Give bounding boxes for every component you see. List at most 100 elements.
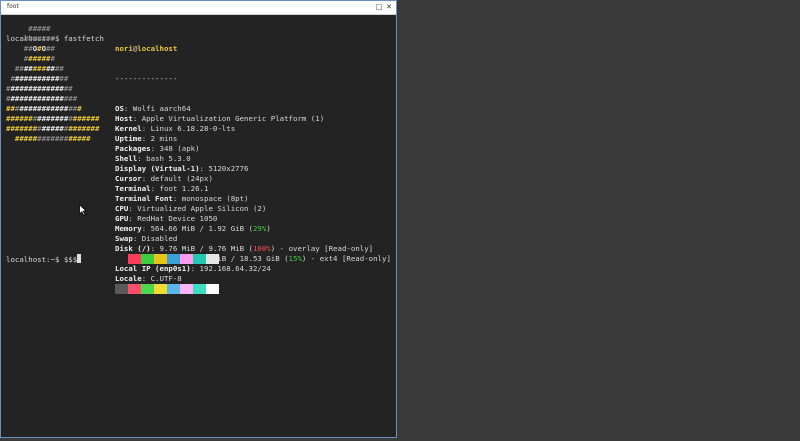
palette-row-normal	[115, 254, 219, 264]
palette-swatch	[206, 284, 219, 294]
logo-segment: ##	[6, 104, 15, 113]
info-key: Terminal	[115, 184, 151, 193]
logo-segment: ######	[72, 114, 100, 123]
logo-segment: ##	[6, 64, 24, 73]
host-name: localhost	[137, 44, 178, 53]
palette-swatch	[193, 284, 206, 294]
logo-row: ###############	[6, 84, 99, 94]
logo-row: #################	[6, 104, 99, 114]
palette-swatch	[167, 284, 180, 294]
logo-segment: ##	[23, 64, 33, 73]
info-value: : 348 (apk)	[150, 144, 200, 153]
palette-swatch	[167, 254, 180, 264]
logo-segment: ###########	[19, 104, 69, 113]
palette-swatch	[180, 284, 193, 294]
palette-swatch	[115, 284, 128, 294]
logo-segment: ##	[68, 104, 78, 113]
logo-segment: ##	[46, 44, 55, 53]
info-value: : 5120x2776	[199, 164, 249, 173]
logo-segment: ######	[6, 114, 33, 123]
info-key: Memory	[115, 224, 142, 233]
info-key: Terminal Font	[115, 194, 173, 203]
info-value: : foot 1.26.1	[150, 184, 209, 193]
logo-segment: ###	[32, 64, 47, 73]
logo-row: #######	[6, 34, 99, 44]
info-value: : monospace (8pt)	[172, 194, 249, 203]
close-button[interactable]: ✕	[384, 2, 394, 12]
palette-swatch	[128, 284, 141, 294]
maximize-button[interactable]: □	[374, 2, 384, 12]
prompt-line[interactable]: localhost:~$ $$$	[6, 254, 82, 265]
info-value: : Wolfi aarch64	[123, 104, 191, 113]
info-key: Host	[115, 114, 133, 123]
info-value: : 2 mins	[141, 134, 178, 143]
info-key: Cursor	[115, 174, 142, 183]
separator: --------------	[115, 74, 178, 83]
info-row: Display (Virtual-1): 5120x2776	[115, 164, 391, 174]
palette-swatch	[115, 254, 128, 264]
info-row: Cursor: default (24px)	[115, 174, 391, 184]
logo-row: #####################	[6, 114, 99, 124]
info-value-tail: ) - overlay [Read-only]	[270, 244, 374, 253]
palette-swatch	[128, 254, 141, 264]
text-cursor	[77, 254, 82, 263]
user-host: nori@localhost	[115, 44, 391, 54]
info-key: CPU	[115, 204, 129, 213]
usage-percent: 15%	[288, 254, 302, 263]
logo-segment: ##	[6, 44, 33, 53]
logo-segment: ##	[59, 74, 69, 83]
info-row: Terminal Font: monospace (8pt)	[115, 194, 391, 204]
info-value: : Virtualized Apple Silicon (2)	[128, 204, 267, 213]
logo-segment: #######	[68, 124, 100, 133]
info-value: : bash 5.3.0	[137, 154, 191, 163]
logo-row: ################	[6, 94, 99, 104]
info-key: Kernel	[115, 124, 142, 133]
palette-swatch	[180, 254, 193, 264]
info-value: : 564.66 MiB / 1.92 GiB (	[141, 224, 253, 233]
color-palette	[115, 234, 219, 314]
logo-row: ##O#O##	[6, 44, 99, 54]
info-row: Shell: bash 5.3.0	[115, 154, 391, 164]
logo-segment: #######	[6, 124, 38, 133]
logo-segment: #	[6, 54, 29, 63]
logo-segment: #	[6, 74, 15, 83]
title-bar[interactable]: foot □ ✕	[1, 1, 396, 15]
logo-segment: #######	[37, 134, 69, 143]
info-value-tail: )	[266, 224, 271, 233]
info-row: Kernel: Linux 6.18.28-0-lts	[115, 124, 391, 134]
info-row: Host: Apple Virtualization Generic Platf…	[115, 114, 391, 124]
logo-segment: ###	[63, 94, 78, 103]
info-key: OS	[115, 104, 124, 113]
info-key: Display (Virtual-1)	[115, 164, 200, 173]
logo-row: #######	[6, 54, 99, 64]
logo-segment: ############	[10, 94, 64, 103]
logo-segment: ##########	[14, 74, 60, 83]
terminal-window[interactable]: foot □ ✕ localhost:~$ fastfetch ##### ##…	[0, 0, 397, 438]
info-row: Terminal: foot 1.26.1	[115, 184, 391, 194]
palette-swatch	[154, 284, 167, 294]
info-value: : default (24px)	[141, 174, 213, 183]
logo-row: #####################	[6, 124, 99, 134]
info-row: GPU: RedHat Device 1050	[115, 214, 391, 224]
info-value-tail: ) - ext4 [Read-only]	[301, 254, 391, 263]
info-key: Shell	[115, 154, 138, 163]
info-row: Packages: 348 (apk)	[115, 144, 391, 154]
palette-swatch	[141, 284, 154, 294]
terminal-output[interactable]: localhost:~$ fastfetch ##### ####### ##O…	[6, 14, 396, 437]
info-value: : Linux 6.18.28-0-lts	[141, 124, 236, 133]
info-key: GPU	[115, 214, 129, 223]
logo-segment: ############	[10, 84, 64, 93]
logo-segment: #######	[37, 114, 69, 123]
info-value: : Apple Virtualization Generic Platform …	[132, 114, 325, 123]
logo-segment: #####	[6, 24, 51, 33]
logo-segment: #####	[41, 124, 64, 133]
logo-segment: ##	[54, 64, 64, 73]
logo-row: #################	[6, 134, 99, 144]
logo-segment: #####	[28, 54, 51, 63]
info-key: Packages	[115, 144, 151, 153]
palette-swatch	[141, 254, 154, 264]
logo-segment: ##	[46, 64, 55, 73]
logo-segment: #	[77, 104, 82, 113]
palette-row-bright	[115, 284, 219, 294]
info-value: : RedHat Device 1050	[128, 214, 218, 223]
